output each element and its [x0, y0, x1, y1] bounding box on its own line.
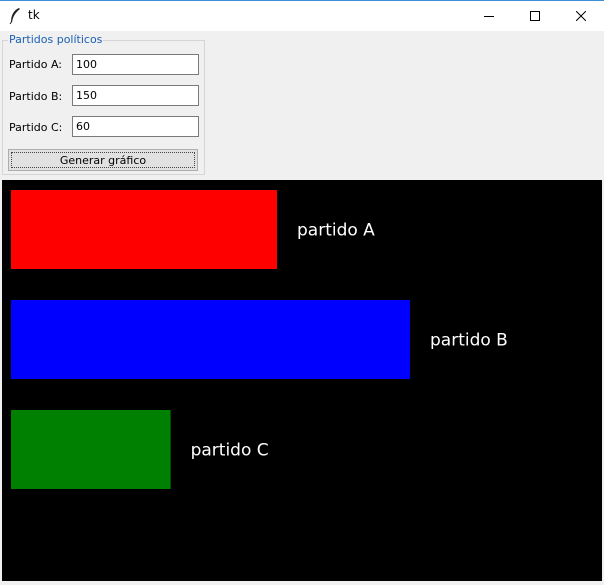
- close-icon: [576, 11, 586, 21]
- feather-icon: [9, 8, 20, 25]
- parties-frame-title: Partidos políticos: [8, 33, 104, 46]
- chart-canvas: partido A partido B partido C: [2, 180, 602, 581]
- bar-chart: partido A partido B partido C: [11, 190, 508, 489]
- bar-1: [11, 190, 277, 269]
- bar-3: [11, 410, 171, 489]
- party-b-label: Partido B:: [9, 90, 63, 103]
- generate-chart-button[interactable]: Generar gráfico: [8, 149, 198, 171]
- party-b-input[interactable]: [72, 85, 199, 106]
- party-c-label: Partido C:: [9, 121, 63, 134]
- party-c-input[interactable]: [72, 116, 199, 137]
- maximize-icon: [530, 11, 540, 21]
- bar-label-2: partido B: [430, 331, 508, 351]
- close-button[interactable]: [558, 1, 604, 31]
- focus-ring: [11, 152, 195, 168]
- window-title: tk: [28, 8, 40, 22]
- bar-label-1: partido A: [297, 221, 375, 241]
- party-a-label: Partido A:: [9, 58, 63, 71]
- minimize-icon: [484, 16, 494, 17]
- maximize-button[interactable]: [512, 1, 558, 31]
- minimize-button[interactable]: [466, 1, 512, 31]
- bar-2: [11, 300, 410, 379]
- title-bar: tk: [0, 0, 604, 31]
- party-a-input[interactable]: [72, 54, 199, 75]
- bar-label-3: partido C: [191, 441, 269, 461]
